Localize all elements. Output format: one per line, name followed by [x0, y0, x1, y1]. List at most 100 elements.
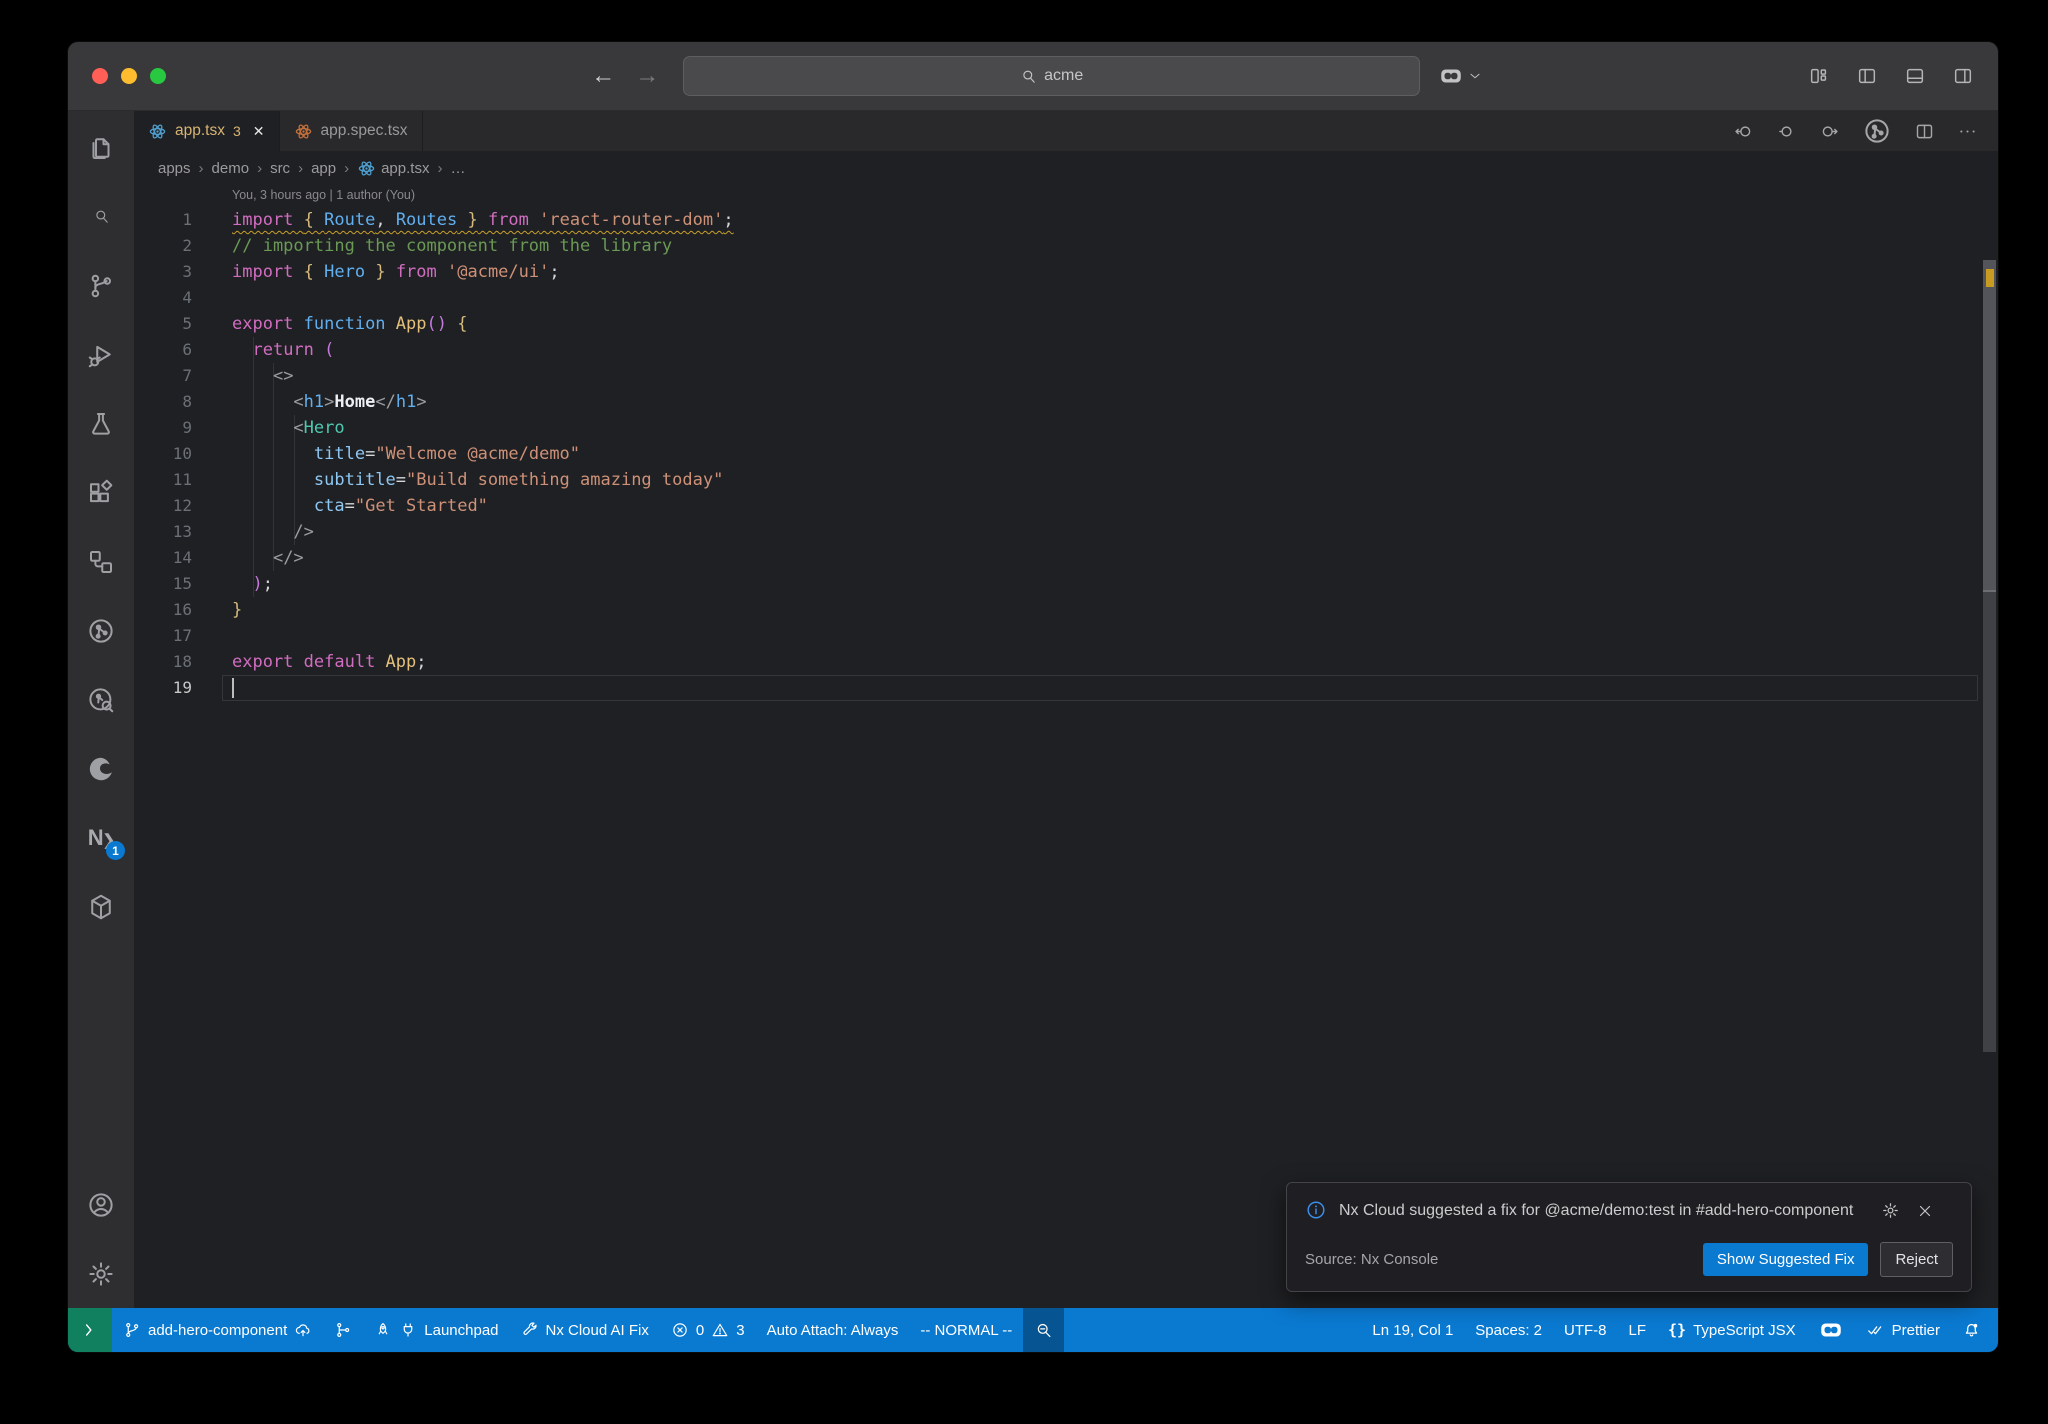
line-number: 19	[172, 678, 192, 697]
sidebar-item-search[interactable]	[68, 182, 134, 251]
breadcrumb-item[interactable]: app.tsx	[357, 159, 429, 178]
status-copilot-status[interactable]	[1807, 1308, 1855, 1352]
sidebar-item-extensions[interactable]	[68, 458, 134, 527]
show-suggested-fix-button[interactable]: Show Suggested Fix	[1702, 1243, 1869, 1276]
code-line-4[interactable]: 4	[134, 285, 1998, 311]
reject-button[interactable]: Reject	[1880, 1242, 1953, 1277]
sidebar-item-manage-settings[interactable]	[68, 1239, 134, 1308]
sidebar-item-run-view[interactable]	[68, 596, 134, 665]
status-remote-indicator[interactable]	[68, 1308, 112, 1352]
status-pipeline-status[interactable]	[323, 1308, 363, 1352]
sidebar-item-accounts[interactable]	[68, 1170, 134, 1239]
code-line-19[interactable]: 19	[134, 675, 1998, 701]
status-vim-mode[interactable]: -- NORMAL --	[909, 1308, 1023, 1352]
status-encoding[interactable]: UTF-8	[1553, 1308, 1618, 1352]
code-line-2[interactable]: 2 // importing the component from the li…	[134, 233, 1998, 259]
line-number: 9	[182, 418, 192, 437]
status-text: UTF-8	[1564, 1321, 1607, 1339]
sidebar-item-source-control[interactable]	[68, 251, 134, 320]
toggle-secondary-sidebar-icon[interactable]	[1952, 65, 1974, 87]
sidebar-item-explorer[interactable]	[68, 113, 134, 182]
status-git-branch[interactable]: add-hero-component	[112, 1308, 323, 1352]
more-actions-icon[interactable]	[1957, 121, 1978, 142]
status-nx-cloud-ai-fix[interactable]: Nx Cloud AI Fix	[510, 1308, 660, 1352]
code-line-17[interactable]: 17	[134, 623, 1998, 649]
sidebar-item-references-view[interactable]	[68, 527, 134, 596]
status-cursor-position[interactable]: Ln 19, Col 1	[1361, 1308, 1464, 1352]
code-line-10[interactable]: 10 title="Welcmoe @acme/demo"	[134, 441, 1998, 467]
status-problems[interactable]: 03	[660, 1308, 756, 1352]
customize-layout-icon[interactable]	[1808, 65, 1830, 87]
editor-group: app.tsx 3 ✕ app.spec.tsx apps › demo › src…	[134, 111, 1998, 1308]
code-editor[interactable]: You, 3 hours ago | 1 author (You) 1 impo…	[134, 185, 1998, 1308]
code-line-14[interactable]: 14 </>	[134, 545, 1998, 571]
sidebar-item-package-view[interactable]	[68, 872, 134, 941]
status-zoom-indicator[interactable]	[1023, 1308, 1065, 1352]
line-number: 13	[172, 522, 192, 541]
toggle-panel-icon[interactable]	[1904, 65, 1926, 87]
chevron-down-icon	[1468, 69, 1482, 83]
breadcrumb-item[interactable]: …	[450, 160, 465, 177]
breadcrumb-item[interactable]: app	[311, 160, 336, 177]
traffic-lights	[92, 68, 166, 84]
breadcrumb-item[interactable]: apps	[158, 160, 191, 177]
scrollbar-thumb[interactable]	[1983, 260, 1996, 590]
codelens[interactable]: You, 3 hours ago | 1 author (You)	[134, 185, 1998, 207]
code-line-6[interactable]: 6 return (	[134, 337, 1998, 363]
status-auto-attach[interactable]: Auto Attach: Always	[756, 1308, 910, 1352]
sidebar-item-nx-console[interactable]: N❯ 1	[68, 803, 134, 872]
copilot-menu[interactable]	[1438, 63, 1482, 89]
status-eol[interactable]: LF	[1618, 1308, 1658, 1352]
breadcrumb-item[interactable]: src	[270, 160, 290, 177]
sidebar-item-run-and-debug[interactable]	[68, 320, 134, 389]
breadcrumb[interactable]: apps › demo › src › app › app.tsx › …	[134, 151, 1998, 185]
code-line-18[interactable]: 18 export default App;	[134, 649, 1998, 675]
notification-close-icon[interactable]	[1916, 1201, 1934, 1220]
zoom-button[interactable]	[150, 68, 166, 84]
status-launchpad[interactable]: Launchpad	[363, 1308, 509, 1352]
history-back-icon[interactable]: ←	[591, 62, 615, 90]
status-notifications-bell[interactable]	[1951, 1308, 1992, 1352]
code-line-8[interactable]: 8 <h1>Home</h1>	[134, 389, 1998, 415]
tab-app-spec-tsx[interactable]: app.spec.tsx	[279, 111, 423, 151]
nav-forward-icon[interactable]	[1819, 121, 1840, 142]
status-language-mode[interactable]: {} TypeScript JSX	[1657, 1308, 1807, 1352]
toggle-primary-sidebar-icon[interactable]	[1856, 65, 1878, 87]
code-line-16[interactable]: 16 }	[134, 597, 1998, 623]
history-forward-icon[interactable]: →	[635, 62, 659, 90]
breadcrumb-separator: ›	[344, 159, 350, 177]
nav-current-icon[interactable]	[1776, 121, 1797, 142]
command-center-search[interactable]: acme	[683, 56, 1421, 96]
minimize-button[interactable]	[121, 68, 137, 84]
code-line-11[interactable]: 11 subtitle="Build something amazing tod…	[134, 467, 1998, 493]
search-icon	[1020, 68, 1037, 85]
sidebar-item-edge-browser[interactable]	[68, 734, 134, 803]
code-line-13[interactable]: 13 />	[134, 519, 1998, 545]
line-number: 2	[182, 236, 192, 255]
code-line-9[interactable]: 9 <Hero	[134, 415, 1998, 441]
split-editor-icon[interactable]	[1914, 121, 1935, 142]
code-line-12[interactable]: 12 cta="Get Started"	[134, 493, 1998, 519]
close-button[interactable]	[92, 68, 108, 84]
nav-back-icon[interactable]	[1733, 121, 1754, 142]
status-formatter-prettier[interactable]: Prettier	[1855, 1308, 1951, 1352]
sidebar-item-inspect-view[interactable]	[68, 665, 134, 734]
notification-settings-gear-icon[interactable]	[1881, 1201, 1900, 1220]
line-number: 7	[182, 366, 192, 385]
code-line-1[interactable]: 1 import { Route, Routes } from 'react-r…	[134, 207, 1998, 233]
vscode-window: ← → acme N❯ 1 app.tsx 3 ✕ app.spec.tsx a…	[68, 42, 1998, 1352]
breadcrumb-separator: ›	[437, 159, 443, 177]
status-text: LF	[1628, 1321, 1647, 1339]
code-line-15[interactable]: 15 );	[134, 571, 1998, 597]
code-line-5[interactable]: 5 export function App() {	[134, 311, 1998, 337]
code-line-3[interactable]: 3 import { Hero } from '@acme/ui';	[134, 259, 1998, 285]
breadcrumb-item[interactable]: demo	[212, 160, 250, 177]
sidebar-item-testing[interactable]	[68, 389, 134, 458]
code-line-7[interactable]: 7 <>	[134, 363, 1998, 389]
tab-close-icon[interactable]: ✕	[253, 123, 265, 140]
run-file-icon[interactable]	[1862, 116, 1892, 146]
line-number: 8	[182, 392, 192, 411]
status-indentation[interactable]: Spaces: 2	[1464, 1308, 1553, 1352]
tab-app-tsx[interactable]: app.tsx 3 ✕	[134, 111, 280, 151]
scrollbar-track-lower[interactable]	[1983, 590, 1996, 1052]
